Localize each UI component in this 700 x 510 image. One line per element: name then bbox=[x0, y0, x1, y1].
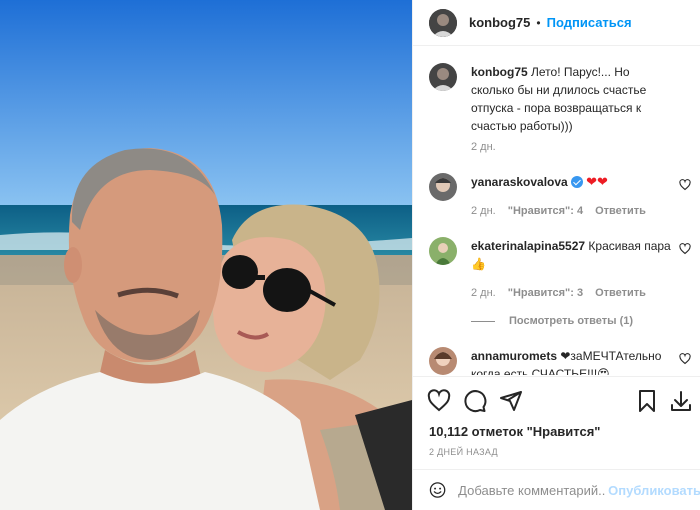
emoji-icon[interactable] bbox=[429, 479, 446, 501]
comment-icon[interactable] bbox=[463, 389, 487, 413]
commenter-avatar[interactable] bbox=[429, 347, 457, 375]
comments-list[interactable]: konbog75 Лето! Парус!... Но сколько бы н… bbox=[413, 47, 700, 375]
bookmark-icon[interactable] bbox=[635, 389, 659, 413]
post-side-panel: konbog75 • Подписаться konbog75 Лето! Па… bbox=[412, 0, 700, 510]
share-icon[interactable] bbox=[499, 389, 523, 413]
author-username[interactable]: konbog75 bbox=[469, 15, 530, 30]
comment-meta: 2 дн. "Нравится": 4 Ответить bbox=[471, 205, 646, 217]
reply-button[interactable]: Ответить bbox=[595, 287, 646, 299]
add-comment-bar: Опубликовать bbox=[413, 469, 700, 510]
commenter-avatar[interactable] bbox=[429, 173, 457, 201]
comment-likes[interactable]: "Нравится": 3 bbox=[508, 287, 583, 299]
comment-username[interactable]: annamuromets bbox=[471, 349, 557, 363]
publish-button[interactable]: Опубликовать bbox=[608, 483, 700, 498]
comment-time[interactable]: 2 дн. bbox=[471, 205, 496, 217]
view-replies-button[interactable]: Посмотреть ответы (1) bbox=[471, 315, 633, 327]
author-avatar[interactable] bbox=[429, 8, 457, 37]
post-date[interactable]: 2 ДНЕЙ НАЗАД bbox=[429, 447, 498, 457]
caption-username[interactable]: konbog75 bbox=[471, 65, 528, 79]
separator-dot: • bbox=[536, 15, 541, 30]
author-avatar[interactable] bbox=[429, 63, 457, 91]
comment-time[interactable]: 2 дн. bbox=[471, 287, 496, 299]
replies-divider bbox=[471, 320, 495, 322]
post-photo[interactable] bbox=[0, 0, 412, 510]
comment-likes[interactable]: "Нравится": 4 bbox=[508, 205, 583, 217]
commenter-avatar[interactable] bbox=[429, 237, 457, 265]
caption-meta: 2 дн. bbox=[471, 141, 496, 153]
comment-meta: 2 дн. "Нравится": 3 Ответить bbox=[471, 287, 646, 299]
post-actions-bar bbox=[413, 376, 700, 422]
comment-input[interactable] bbox=[458, 482, 607, 498]
comment-like-heart-icon[interactable] bbox=[679, 243, 691, 255]
download-icon[interactable] bbox=[669, 389, 693, 413]
view-replies-label: Посмотреть ответы (1) bbox=[509, 315, 634, 327]
likes-count[interactable]: 10,112 отметок "Нравится" bbox=[429, 424, 600, 439]
post-header: konbog75 • Подписаться bbox=[413, 0, 700, 46]
follow-button[interactable]: Подписаться bbox=[547, 15, 632, 30]
verified-badge-icon bbox=[570, 176, 583, 188]
comment-username[interactable]: yanaraskovalova bbox=[471, 175, 568, 189]
caption-time[interactable]: 2 дн. bbox=[471, 141, 496, 153]
heart-icon[interactable] bbox=[427, 389, 451, 413]
comment-like-heart-icon[interactable] bbox=[679, 179, 691, 191]
comment-username[interactable]: ekaterinalapina5527 bbox=[471, 239, 585, 253]
reply-button[interactable]: Ответить bbox=[595, 205, 646, 217]
comment-text: ❤❤ bbox=[586, 174, 608, 189]
comment-like-heart-icon[interactable] bbox=[679, 353, 691, 365]
